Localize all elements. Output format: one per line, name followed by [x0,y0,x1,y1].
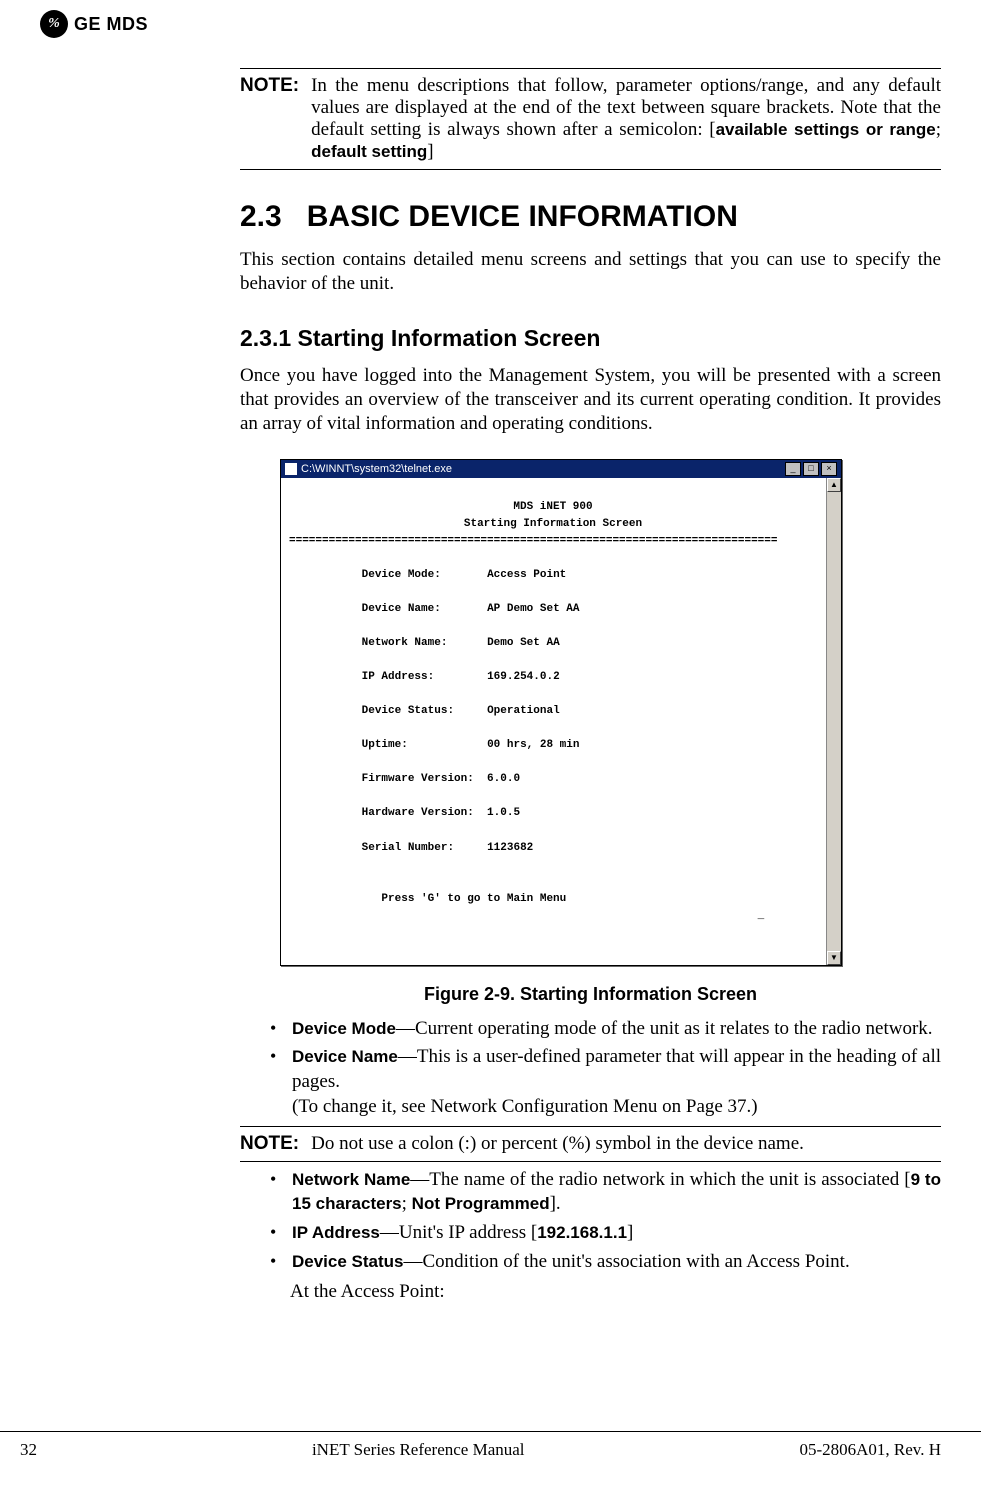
term-r6-l: Firmware Version: [362,773,474,785]
term-r1-v: AP Demo Set AA [487,603,579,615]
ip-d1: —Unit's IP address [ [380,1222,537,1243]
network-name-d2: ]. [550,1193,561,1214]
term-h2: Starting Information Screen [464,518,642,530]
minimize-icon[interactable]: _ [785,462,801,476]
page-footer: 32 iNET Series Reference Manual 05-2806A… [0,1431,981,1460]
brand-text: GE MDS [74,14,148,35]
term-r1-l: Device Name: [362,603,441,615]
param-device-name: Device Name—This is a user-defined param… [270,1045,941,1119]
term-hint: Press 'G' to go to Main Menu [381,893,566,905]
note-block-2: NOTE: Do not use a colon (:) or percent … [240,1126,941,1162]
note1-text2: ] [427,141,433,162]
device-name-desc2: (To change it, see Network Configuration… [292,1096,758,1117]
main-content: NOTE: In the menu descriptions that foll… [240,68,941,1305]
section-heading: BASIC DEVICE INFORMATION [307,200,738,233]
term-r0-l: Device Mode: [362,569,441,581]
subsection-intro: Once you have logged into the Management… [240,364,941,437]
network-name-d1: —The name of the radio network in which … [410,1169,910,1190]
status-desc: —Condition of the unit's association wit… [404,1251,850,1272]
device-mode-label: Device Mode [292,1019,396,1038]
term-r7-l: Hardware Version: [362,807,474,819]
note1-bold2: default setting [311,142,427,161]
term-r8-v: 1123682 [487,842,533,854]
param-network-name: Network Name—The name of the radio netwo… [270,1168,941,1217]
terminal-window: C:\WINNT\system32\telnet.exe _ □ × ▲ ▼ M… [280,459,842,966]
ip-b: 192.168.1.1 [537,1223,627,1242]
sub-para: At the Access Point: [290,1280,941,1305]
ge-monogram-icon: % [40,10,68,38]
network-name-sep: ; [402,1193,412,1214]
param-list-1: Device Mode—Current operating mode of th… [270,1017,941,1120]
param-ip-address: IP Address—Unit's IP address [192.168.1.… [270,1221,941,1246]
note-block-1: NOTE: In the menu descriptions that foll… [240,68,941,170]
term-r5-v: 00 hrs, 28 min [487,739,579,751]
figure-wrap: C:\WINNT\system32\telnet.exe _ □ × ▲ ▼ M… [280,459,941,966]
figure-caption: Figure 2-9. Starting Information Screen [240,984,941,1005]
ip-d2: ] [627,1222,633,1243]
term-r3-v: 169.254.0.2 [487,671,560,683]
term-r4-l: Device Status: [362,705,454,717]
window-controls: _ □ × [785,462,837,476]
subsection-title: 2.3.1 Starting Information Screen [240,325,941,352]
term-h1: MDS iNET 900 [513,501,592,513]
terminal-title: C:\WINNT\system32\telnet.exe [301,463,452,475]
scrollbar[interactable]: ▲ ▼ [826,478,841,965]
term-r3-l: IP Address: [362,671,435,683]
note-label: NOTE: [240,75,299,96]
device-mode-desc: —Current operating mode of the unit as i… [396,1018,933,1039]
scroll-down-icon[interactable]: ▼ [827,951,841,965]
note2-label: NOTE: [240,1133,299,1154]
footer-center: iNET Series Reference Manual [312,1440,525,1460]
term-r2-l: Network Name: [362,637,448,649]
status-label: Device Status [292,1252,404,1271]
note1-sep: ; [936,119,941,140]
note2-text: Do not use a colon (:) or percent (%) sy… [311,1133,941,1155]
network-name-label: Network Name [292,1170,410,1189]
section-number: 2.3 [240,200,282,233]
header-logo: % GE MDS [40,10,941,38]
maximize-icon[interactable]: □ [803,462,819,476]
term-rule: ========================================… [289,535,777,547]
footer-page: 32 [20,1440,37,1460]
param-device-status: Device Status—Condition of the unit's as… [270,1250,941,1275]
note1-bold1: available settings or range [716,120,936,139]
section-title: 2.3 BASIC DEVICE INFORMATION [240,200,941,234]
term-r5-l: Uptime: [362,739,408,751]
param-device-mode: Device Mode—Current operating mode of th… [270,1017,941,1042]
terminal-titlebar: C:\WINNT\system32\telnet.exe _ □ × [281,460,841,478]
section-intro: This section contains detailed menu scre… [240,248,941,297]
terminal-body: ▲ ▼ MDS iNET 900 Starting Information Scr… [281,478,841,965]
term-r8-l: Serial Number: [362,842,454,854]
ip-label: IP Address [292,1223,380,1242]
term-r2-v: Demo Set AA [487,637,560,649]
footer-right: 05-2806A01, Rev. H [799,1440,941,1460]
param-list-2: Network Name—The name of the radio netwo… [270,1168,941,1275]
note-text: In the menu descriptions that follow, pa… [311,75,941,163]
term-r6-v: 6.0.0 [487,773,520,785]
term-r0-v: Access Point [487,569,566,581]
device-name-label: Device Name [292,1047,398,1066]
scroll-up-icon[interactable]: ▲ [827,478,841,492]
term-r4-v: Operational [487,705,560,717]
network-name-b2: Not Programmed [412,1194,550,1213]
close-icon[interactable]: × [821,462,837,476]
term-r7-v: 1.0.5 [487,807,520,819]
terminal-app-icon [285,463,297,475]
terminal-text: MDS iNET 900 Starting Information Screen =… [289,482,817,925]
